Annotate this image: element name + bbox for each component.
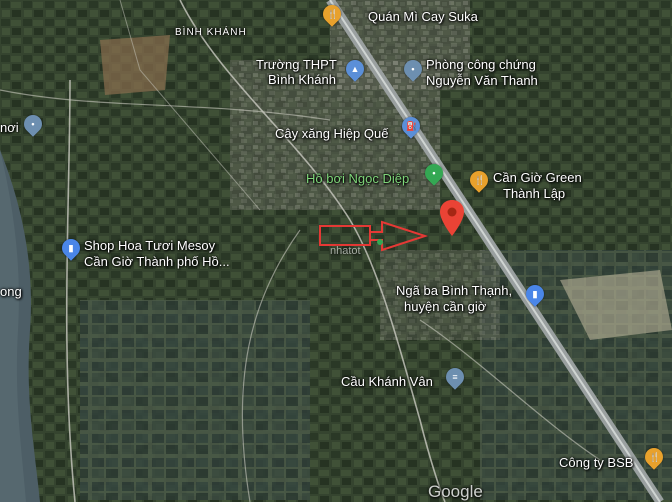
poi-label-noi[interactable]: nơi [0,120,19,135]
area-label-binh-khanh: BÌNH KHÁNH [175,27,247,38]
area-label-ong: ong [0,284,22,299]
poi-label-ho-boi[interactable]: Hồ bơi Ngọc Diệp [306,171,409,186]
poi-label-shop-2[interactable]: Cần Giờ Thành phố Hồ... [84,254,230,269]
google-logo: Google [428,482,483,501]
map-canvas[interactable]: 🍴 ▲ • ⛽ • 🍴 ▮ • ▮ ≡ 🍴 BÌNH KHÁNH Quán Mì… [0,0,672,502]
poi-label-can-gio-1[interactable]: Cần Giờ Green [493,170,582,185]
poi-label-cong-ty-bsb[interactable]: Công ty BSB [559,455,633,470]
poi-label-truong-1[interactable]: Trường THPT [256,57,337,72]
poi-label-shop-1[interactable]: Shop Hoa Tươi Mesoy [84,238,215,253]
poi-label-cay-xang[interactable]: Cây xăng Hiệp Quế [275,126,388,141]
red-location-pin-icon[interactable] [440,200,464,241]
poi-label-truong-2[interactable]: Bình Khánh [268,72,336,87]
watermark: nhatot [330,245,361,257]
poi-label-nga-ba-1[interactable]: Ngã ba Bình Thạnh, [396,283,512,298]
poi-label-phong-1[interactable]: Phòng công chứng [426,57,536,72]
poi-label-cau-khanh-van[interactable]: Cầu Khánh Vân [341,374,433,389]
poi-label-can-gio-2[interactable]: Thành Lập [503,186,565,201]
poi-label-nga-ba-2[interactable]: huyện cần giờ [404,299,486,314]
poi-label-phong-2[interactable]: Nguyễn Văn Thanh [426,73,538,88]
poi-label-quan-mi[interactable]: Quán Mì Cay Suka [368,9,478,24]
